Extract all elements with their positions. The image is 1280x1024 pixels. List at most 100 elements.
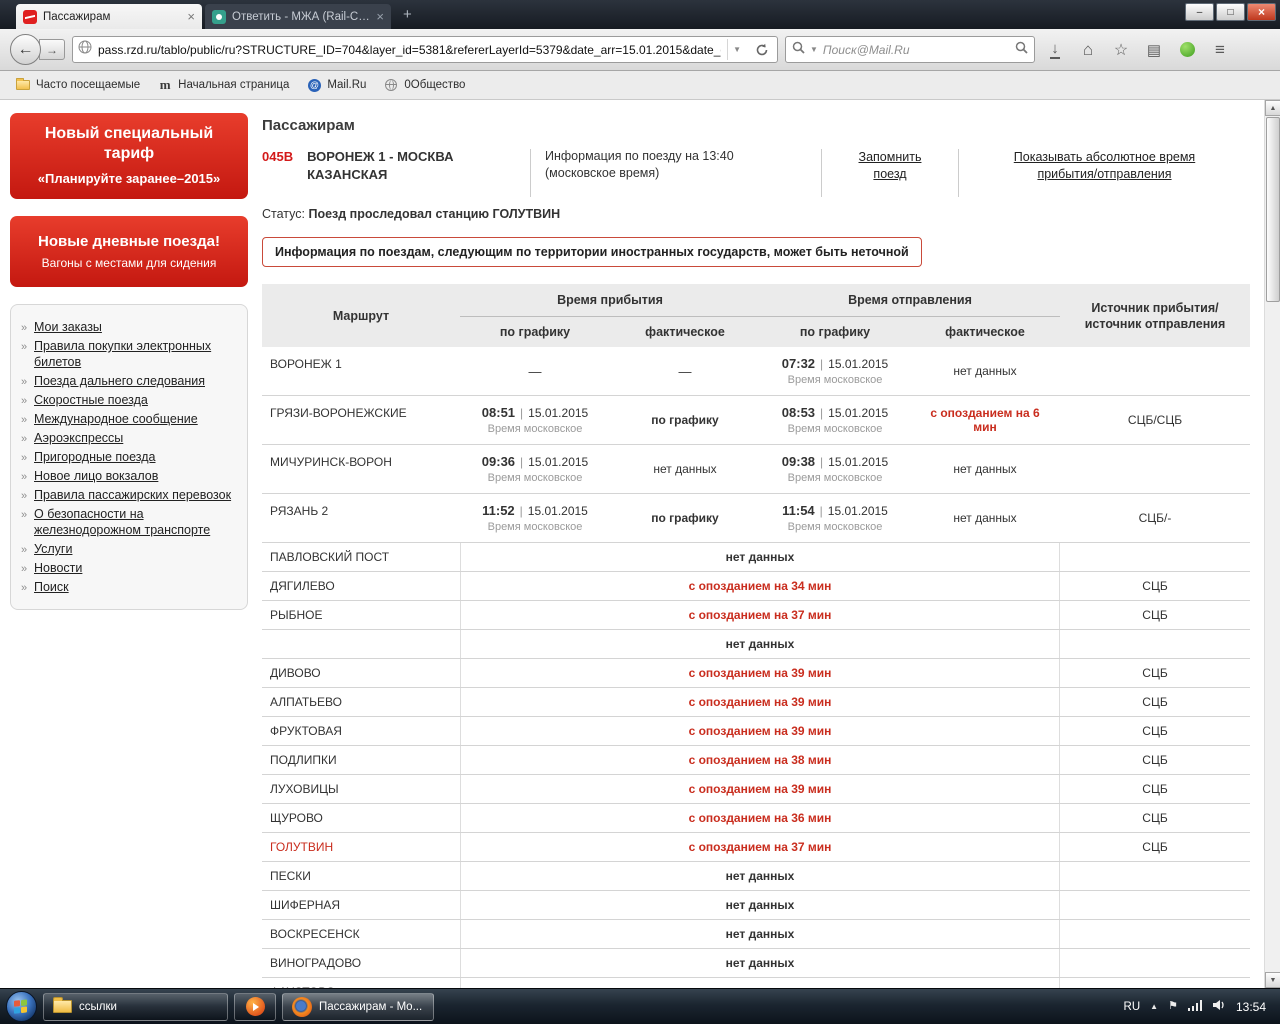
bookmark-star-icon[interactable]: ☆ (1108, 37, 1134, 63)
sidebar-nav-item[interactable]: »Международное сообщение (21, 411, 239, 427)
network-icon[interactable] (1188, 998, 1202, 1016)
status-label: Статус: (262, 207, 305, 221)
sidebar-nav-link[interactable]: Аэроэкспрессы (34, 431, 123, 445)
taskbar-button-folder[interactable]: ссылки (43, 993, 228, 1021)
chevron-marker-icon: » (21, 488, 27, 504)
sidebar-nav-item[interactable]: »Аэроэкспрессы (21, 430, 239, 446)
sidebar-nav-link[interactable]: Поезда дальнего следования (34, 374, 205, 388)
sidebar-nav-item[interactable]: »Услуги (21, 541, 239, 557)
column-header-route: Маршрут (262, 284, 460, 347)
source-cell (1060, 891, 1250, 919)
table-row: МИЧУРИНСК-ВОРОН09:36|15.01.2015Время мос… (262, 445, 1250, 494)
moscow-time-note: Время московское (488, 521, 583, 533)
sidebar-nav-item[interactable]: »Мои заказы (21, 319, 239, 335)
table-row: ЩУРОВОс опозданием на 36 минСЦБ (262, 804, 1250, 833)
banner-text: Новый специальный (18, 124, 240, 144)
url-bar[interactable]: pass.rzd.ru/tablo/public/ru?STRUCTURE_ID… (72, 36, 778, 63)
scroll-up-arrow-icon[interactable]: ▲ (1265, 100, 1280, 116)
maximize-button[interactable]: □ (1216, 3, 1245, 21)
sidebar-nav-item[interactable]: »Скоростные поезда (21, 392, 239, 408)
sidebar-nav-item[interactable]: »Правила покупки электронных билетов (21, 338, 239, 370)
day-trains-banner[interactable]: Новые дневные поезда! Вагоны с местами д… (10, 216, 248, 287)
action-center-flag-icon[interactable]: ⚑ (1168, 1001, 1178, 1012)
source-cell: СЦБ (1060, 833, 1250, 861)
table-row: ФАУСТОВОнет данных (262, 978, 1250, 988)
sidebar-nav-link[interactable]: О безопасности на железнодорожном трансп… (34, 507, 210, 537)
scrollbar-thumb[interactable] (1266, 117, 1280, 302)
sidebar-nav-link[interactable]: Новое лицо вокзалов (34, 469, 158, 483)
taskbar-button-media[interactable] (234, 993, 276, 1021)
downloads-icon[interactable]: ↓ (1042, 37, 1068, 63)
bookmarks-panel-icon[interactable]: ▤ (1141, 37, 1167, 63)
close-button[interactable]: × (1247, 3, 1276, 21)
taskbar-clock[interactable]: 13:54 (1236, 1000, 1266, 1014)
sidebar-nav: »Мои заказы»Правила покупки электронных … (10, 304, 248, 610)
bookmark-item[interactable]: mНачальная страница (150, 76, 297, 95)
minimize-button[interactable]: – (1185, 3, 1214, 21)
show-hidden-icons-icon[interactable]: ▲ (1150, 1002, 1158, 1011)
browser-tab[interactable]: Пассажирам× (16, 4, 202, 29)
sidebar-nav-item[interactable]: » Правила пассажирских перевозок (21, 487, 239, 503)
menu-icon[interactable]: ≡ (1207, 37, 1233, 63)
search-go-icon[interactable] (1015, 41, 1028, 59)
new-tab-button[interactable]: + (394, 5, 421, 24)
table-row: ГРЯЗИ-ВОРОНЕЖСКИЕ08:51|15.01.2015Время м… (262, 396, 1250, 445)
tariff-banner[interactable]: Новый специальный тариф «Планируйте зара… (10, 113, 248, 199)
sidebar-nav-link[interactable]: Правила пассажирских перевозок (34, 488, 231, 502)
sidebar-nav-link[interactable]: Пригородные поезда (34, 450, 156, 464)
sidebar: Новый специальный тариф «Планируйте зара… (10, 113, 248, 610)
row-message: нет данных (460, 949, 1060, 977)
sidebar-nav-item[interactable]: » Новое лицо вокзалов (21, 468, 239, 484)
bookmark-item[interactable]: @Mail.Ru (299, 76, 374, 95)
moscow-time-note: Время московское (788, 521, 883, 533)
scrollbar[interactable]: ▲ ▼ (1264, 100, 1280, 988)
sidebar-nav-item[interactable]: »Поиск (21, 579, 239, 595)
tab-close-icon[interactable]: × (187, 10, 195, 23)
back-button[interactable]: ← (10, 34, 41, 65)
absolute-time-link[interactable]: Показывать абсолютное время прибытия/отп… (1000, 149, 1210, 183)
volume-icon[interactable] (1212, 998, 1226, 1016)
page-viewport: Новый специальный тариф «Планируйте зара… (0, 100, 1280, 988)
language-indicator[interactable]: RU (1124, 1001, 1141, 1013)
sidebar-nav-link[interactable]: Скоростные поезда (34, 393, 148, 407)
sidebar-nav-item[interactable]: »Поезда дальнего следования (21, 373, 239, 389)
search-bar[interactable]: ▼ Поиск@Mail.Ru (785, 36, 1035, 63)
reload-icon[interactable] (752, 43, 772, 57)
chevron-marker-icon: » (21, 469, 27, 485)
home-icon[interactable]: ⌂ (1075, 37, 1101, 63)
scroll-down-arrow-icon[interactable]: ▼ (1265, 972, 1280, 988)
search-engine-dropdown-icon[interactable]: ▼ (810, 45, 818, 54)
sidebar-nav-item[interactable]: »Пригородные поезда (21, 449, 239, 465)
forward-button[interactable]: → (39, 39, 65, 60)
sidebar-nav-link[interactable]: Международное сообщение (34, 412, 198, 426)
sidebar-nav-link[interactable]: Услуги (34, 542, 72, 556)
sidebar-nav-item[interactable]: »О безопасности на железнодорожном транс… (21, 506, 239, 538)
sidebar-nav-link[interactable]: Новости (34, 561, 82, 575)
search-engine-icon[interactable] (792, 41, 805, 59)
bookmark-item[interactable]: Часто посещаемые (8, 76, 148, 95)
station-name: ВОСКРЕСЕНСК (262, 920, 460, 948)
folder-icon (16, 79, 30, 92)
row-message: нет данных (460, 891, 1060, 919)
row-message: с опозданием на 39 мин (460, 717, 1060, 745)
station-name: РЫБНОЕ (262, 601, 460, 629)
source-cell: СЦБ/СЦБ (1060, 396, 1250, 444)
remember-train-link[interactable]: Запомнить поезд (847, 149, 933, 183)
sidebar-nav-link[interactable]: Поиск (34, 580, 69, 594)
station-name: ВИНОГРАДОВО (262, 949, 460, 977)
source-cell: СЦБ (1060, 572, 1250, 600)
sidebar-nav-item[interactable]: »Новости (21, 560, 239, 576)
bookmark-item[interactable]: 0Общество (376, 76, 473, 95)
tab-close-icon[interactable]: × (376, 10, 384, 23)
search-input[interactable]: Поиск@Mail.Ru (823, 43, 1010, 57)
table-row: ВОСКРЕСЕНСКнет данных (262, 920, 1250, 949)
sidebar-nav-link[interactable]: Правила покупки электронных билетов (34, 339, 211, 369)
start-button[interactable] (6, 991, 37, 1022)
url-dropdown-icon[interactable]: ▼ (727, 39, 746, 60)
mailru-agent-icon[interactable] (1174, 37, 1200, 63)
url-text[interactable]: pass.rzd.ru/tablo/public/ru?STRUCTURE_ID… (98, 43, 721, 57)
sidebar-nav-link[interactable]: Мои заказы (34, 320, 102, 334)
status-cell: нет данных (910, 445, 1060, 493)
taskbar-button-firefox[interactable]: Пассажирам - Mo... (282, 993, 434, 1021)
browser-tab[interactable]: Ответить - МЖА (Rail-Club....× (205, 4, 391, 29)
